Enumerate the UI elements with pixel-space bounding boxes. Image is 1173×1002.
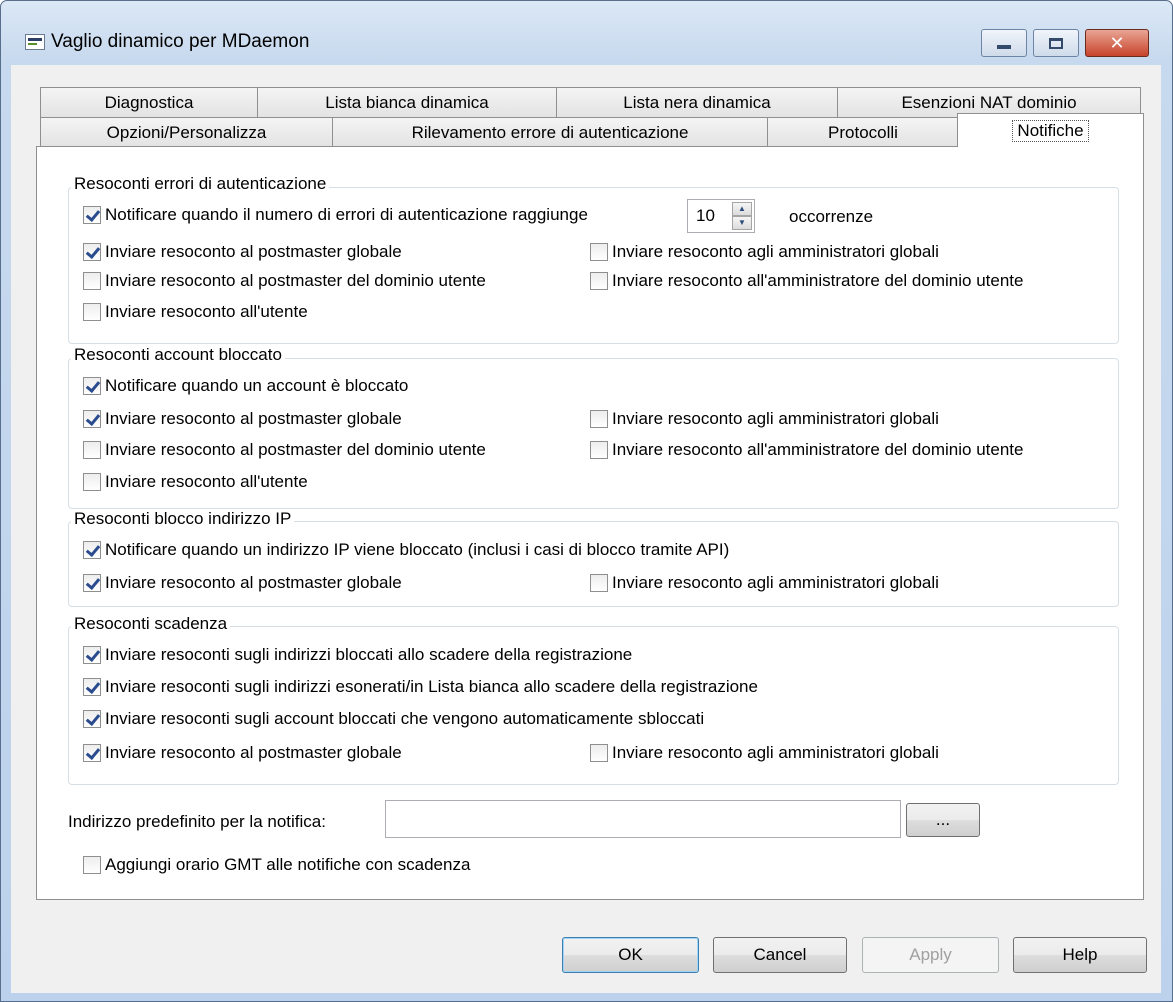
gmt-option-checkbox[interactable]: Aggiungi orario GMT alle notifiche con s… [83,855,470,875]
dialog-client-area: Diagnostica Lista bianca dinamica Lista … [11,65,1161,993]
tab-notifiche[interactable]: Notifiche [957,113,1144,147]
title-bar[interactable]: Vaglio dinamico per MDaemon ✕ [1,1,1172,65]
tab-protocolli[interactable]: Protocolli [767,117,959,147]
maximize-icon [1049,37,1063,49]
browse-button[interactable]: ... [906,803,980,837]
locked-global-admins-checkbox[interactable]: Inviare resoconto agli amministratori gl… [590,409,939,429]
auth-global-admins-checkbox[interactable]: Inviare resoconto agli amministratori gl… [590,242,939,262]
close-button[interactable]: ✕ [1085,29,1149,57]
auth-user-checkbox[interactable]: Inviare resoconto all'utente [83,302,308,322]
default-address-input[interactable] [385,800,901,838]
app-icon [25,34,45,50]
group-expiry-title: Resoconti scadenza [71,614,231,634]
group-account-locked-title: Resoconti account bloccato [71,345,285,365]
cancel-button[interactable]: Cancel [713,937,847,973]
window-title: Vaglio dinamico per MDaemon [51,31,310,52]
spin-down-icon[interactable]: ▼ [732,216,752,230]
auth-notify-check [83,206,101,224]
auth-threshold-stepper[interactable]: 10 ▲ ▼ [687,199,755,233]
tab-opzioni-personalizza[interactable]: Opzioni/Personalizza [40,117,333,147]
ip-notify-checkbox[interactable]: Notificare quando un indirizzo IP viene … [83,540,729,560]
ip-global-admins-checkbox[interactable]: Inviare resoconto agli amministratori gl… [590,573,939,593]
expiry-unlocked-accounts-checkbox[interactable]: Inviare resoconti sugli account bloccati… [83,709,704,729]
tab-lista-bianca-dinamica[interactable]: Lista bianca dinamica [257,87,557,117]
group-ip-block [68,521,1119,607]
tab-diagnostica[interactable]: Diagnostica [40,87,258,117]
group-auth-errors-title: Resoconti errori di autenticazione [71,174,330,194]
auth-notify-checkbox[interactable]: Notificare quando il numero di errori di… [83,205,588,225]
locked-domain-admin-checkbox[interactable]: Inviare resoconto all'amministratore del… [590,440,1023,460]
apply-button[interactable]: Apply [862,937,999,973]
expiry-blocked-addresses-checkbox[interactable]: Inviare resoconti sugli indirizzi blocca… [83,645,632,665]
default-address-label: Indirizzo predefinito per la notifica: [68,812,326,831]
auth-domain-postmaster-checkbox[interactable]: Inviare resoconto al postmaster del domi… [83,271,486,291]
auth-global-postmaster-checkbox[interactable]: Inviare resoconto al postmaster globale [83,242,402,262]
ip-global-postmaster-checkbox[interactable]: Inviare resoconto al postmaster globale [83,573,402,593]
occurrences-label: occorrenze [789,207,874,226]
locked-global-postmaster-checkbox[interactable]: Inviare resoconto al postmaster globale [83,409,402,429]
maximize-button[interactable] [1033,29,1079,57]
minimize-icon [997,45,1011,49]
tab-rilevamento-errore-autenticazione[interactable]: Rilevamento errore di autenticazione [332,117,768,147]
ok-button[interactable]: OK [562,937,699,973]
dialog-window: Vaglio dinamico per MDaemon ✕ Diagnostic… [0,0,1173,1002]
expiry-exempt-addresses-checkbox[interactable]: Inviare resoconti sugli indirizzi esoner… [83,677,758,697]
spin-up-icon[interactable]: ▲ [732,202,752,216]
locked-domain-postmaster-checkbox[interactable]: Inviare resoconto al postmaster del domi… [83,440,486,460]
auth-domain-admin-checkbox[interactable]: Inviare resoconto all'amministratore del… [590,271,1023,291]
group-ip-block-title: Resoconti blocco indirizzo IP [71,509,295,529]
minimize-button[interactable] [981,29,1027,57]
help-button[interactable]: Help [1013,937,1147,973]
tab-panel: Resoconti errori di autenticazione Notif… [36,146,1144,900]
expiry-global-postmaster-checkbox[interactable]: Inviare resoconto al postmaster globale [83,743,402,763]
locked-notify-checkbox[interactable]: Notificare quando un account è bloccato [83,376,408,396]
expiry-global-admins-checkbox[interactable]: Inviare resoconto agli amministratori gl… [590,743,939,763]
locked-user-checkbox[interactable]: Inviare resoconto all'utente [83,472,308,492]
close-icon: ✕ [1109,32,1125,54]
tab-lista-nera-dinamica[interactable]: Lista nera dinamica [556,87,838,117]
